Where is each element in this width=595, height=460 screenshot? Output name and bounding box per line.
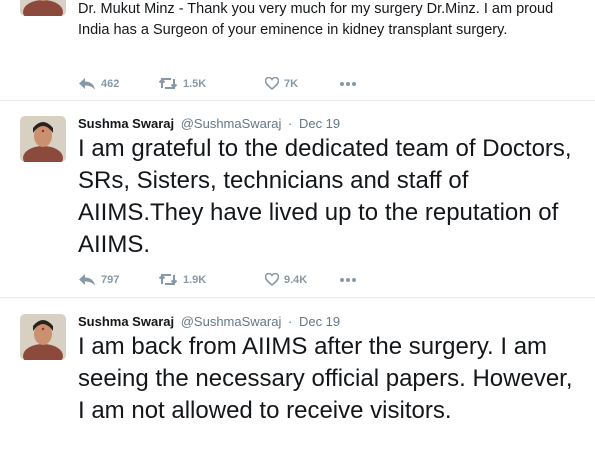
retweet-icon: [158, 77, 178, 90]
heart-icon: [265, 77, 279, 90]
like-button[interactable]: 7K: [265, 77, 339, 90]
user-name[interactable]: Sushma Swaraj: [78, 116, 174, 131]
tweet-actions: 797 1.9K 9.4K: [78, 273, 357, 286]
avatar[interactable]: [20, 314, 66, 360]
separator: ·: [287, 116, 293, 131]
avatar-photo: [20, 116, 66, 162]
retweet-count: 1.9K: [183, 273, 207, 286]
tweet-text: I am grateful to the dedicated team of D…: [78, 135, 572, 258]
reply-button[interactable]: 462: [78, 77, 158, 90]
tweet-3[interactable]: Sushma Swaraj @SushmaSwaraj · Dec 19 I a…: [0, 298, 595, 460]
avatar-photo: [20, 0, 66, 16]
retweet-button[interactable]: 1.5K: [158, 77, 265, 90]
tweet-date[interactable]: Dec 19: [299, 116, 340, 131]
retweet-count: 1.5K: [183, 77, 207, 90]
user-handle[interactable]: @SushmaSwaraj: [181, 116, 282, 131]
reply-count: 462: [101, 77, 120, 90]
reply-count: 797: [101, 273, 120, 286]
more-button[interactable]: [339, 81, 357, 87]
reply-icon: [79, 274, 95, 286]
tweet-date[interactable]: Dec 19: [299, 314, 340, 329]
tweet-text: Dr. Mukut Minz - Thank you very much for…: [78, 1, 554, 38]
more-icon: [340, 81, 356, 86]
like-count: 7K: [284, 77, 299, 90]
user-name[interactable]: Sushma Swaraj: [78, 314, 174, 329]
tweet-1[interactable]: Dr. Mukut Minz - Thank you very much for…: [0, 0, 595, 101]
separator: ·: [287, 314, 293, 329]
retweet-button[interactable]: 1.9K: [158, 273, 265, 286]
tweet-header: Sushma Swaraj @SushmaSwaraj · Dec 19: [78, 116, 583, 131]
retweet-icon: [158, 273, 178, 286]
tweet-header: Sushma Swaraj @SushmaSwaraj · Dec 19: [78, 314, 583, 329]
avatar[interactable]: [20, 116, 66, 162]
tweet-text: I am back from AIIMS after the surgery. …: [78, 333, 573, 424]
avatar-photo: [20, 314, 66, 360]
reply-icon: [79, 78, 95, 90]
reply-button[interactable]: 797: [78, 273, 158, 286]
heart-icon: [265, 273, 279, 286]
user-handle[interactable]: @SushmaSwaraj: [181, 314, 282, 329]
like-count: 9.4K: [284, 273, 308, 286]
more-button[interactable]: [339, 277, 357, 283]
avatar[interactable]: [20, 0, 66, 16]
tweet-2[interactable]: Sushma Swaraj @SushmaSwaraj · Dec 19 I a…: [0, 101, 595, 298]
like-button[interactable]: 9.4K: [265, 273, 339, 286]
tweet-actions: 462 1.5K 7K: [78, 77, 357, 90]
more-icon: [340, 277, 356, 282]
